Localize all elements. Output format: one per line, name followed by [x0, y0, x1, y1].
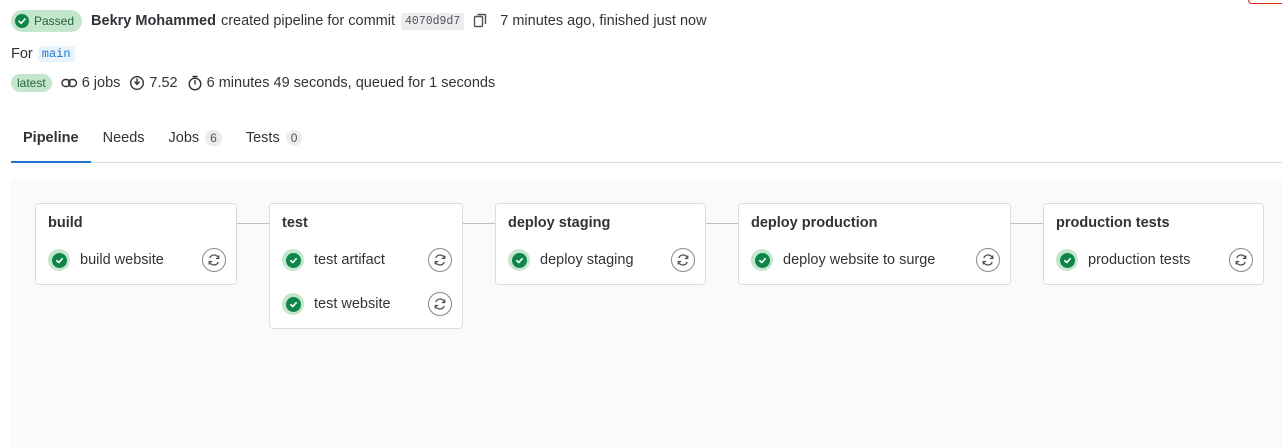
stage-title: deploy production: [751, 215, 878, 231]
ref-row: For main: [11, 44, 75, 64]
time-text: 7 minutes ago, finished just now: [500, 13, 707, 29]
tab-label: Jobs: [168, 130, 200, 146]
pipeline-graph: build build website test test artifact t…: [11, 179, 1282, 448]
stage-connector: [462, 223, 496, 224]
tab-count: 6: [205, 130, 222, 146]
stage-build: build build website: [35, 203, 237, 285]
stage-title: build: [48, 215, 83, 231]
tab-label: Tests: [245, 130, 280, 146]
job-test-artifact[interactable]: test artifact: [282, 247, 452, 273]
compute-text: 7.52: [149, 75, 178, 91]
job-name: test website: [314, 296, 391, 312]
tab-needs[interactable]: Needs: [91, 114, 157, 162]
check-circle-icon: [751, 249, 773, 271]
tab-count: 0: [285, 130, 303, 146]
check-circle-icon: [48, 249, 70, 271]
job-name: production tests: [1088, 252, 1191, 268]
duration-text: 6 minutes 49 seconds, queued for 1 secon…: [206, 75, 496, 91]
job-name: build website: [80, 252, 164, 268]
stage-deploy-production: deploy production deploy website to surg…: [738, 203, 1011, 285]
alert-corner: [1248, 0, 1282, 4]
stage-connector: [1010, 223, 1044, 224]
pipeline-tabs: Pipeline Needs Jobs 6 Tests 0: [11, 114, 1282, 163]
stage-test: test test artifact test website: [269, 203, 463, 329]
check-circle-icon: [15, 14, 29, 28]
stage-deploy-staging: deploy staging deploy staging: [495, 203, 706, 285]
commit-sha[interactable]: 4070d9d7: [401, 12, 465, 30]
stage-connector: [236, 223, 270, 224]
author-name[interactable]: Bekry Mohammed: [91, 13, 216, 29]
branch-ref[interactable]: main: [37, 46, 75, 62]
job-name: test artifact: [314, 252, 385, 268]
link-icon: [60, 78, 77, 88]
copy-icon[interactable]: [473, 13, 487, 29]
check-circle-icon: [1056, 249, 1078, 271]
compute-minutes: 7.52: [129, 75, 178, 91]
job-name: deploy staging: [540, 252, 634, 268]
tab-tests[interactable]: Tests 0: [234, 114, 315, 162]
duration: 6 minutes 49 seconds, queued for 1 secon…: [187, 75, 496, 91]
for-label: For: [11, 46, 33, 62]
job-deploy-staging[interactable]: deploy staging: [508, 247, 695, 273]
retry-icon[interactable]: [428, 292, 452, 316]
latest-badge: latest: [11, 74, 52, 92]
status-label: Passed: [34, 14, 75, 28]
stage-connector: [705, 223, 739, 224]
retry-icon[interactable]: [671, 248, 695, 272]
job-test-website[interactable]: test website: [282, 291, 452, 317]
jobs-count-text: 6 jobs: [81, 75, 121, 91]
check-circle-icon: [282, 249, 304, 271]
retry-icon[interactable]: [1229, 248, 1253, 272]
check-circle-icon: [508, 249, 530, 271]
tab-pipeline[interactable]: Pipeline: [11, 114, 91, 163]
retry-icon[interactable]: [202, 248, 226, 272]
retry-icon[interactable]: [976, 248, 1000, 272]
pipeline-summary: Passed Bekry Mohammed created pipeline f…: [11, 10, 707, 32]
tab-label: Pipeline: [23, 129, 79, 146]
check-circle-icon: [282, 293, 304, 315]
action-text: created pipeline for commit: [220, 13, 396, 29]
stage-title: test: [282, 215, 308, 231]
pipeline-meta: latest 6 jobs 7.52 6 minutes 49 seconds,…: [11, 73, 495, 93]
job-name: deploy website to surge: [783, 252, 936, 268]
tab-jobs[interactable]: Jobs 6: [157, 114, 234, 162]
job-production-tests[interactable]: production tests: [1056, 247, 1253, 273]
stage-production-tests: production tests production tests: [1043, 203, 1264, 285]
job-build-website[interactable]: build website: [48, 247, 226, 273]
compute-icon: [130, 75, 145, 91]
job-deploy-website-to-surge[interactable]: deploy website to surge: [751, 247, 1000, 273]
stage-title: deploy staging: [508, 215, 611, 231]
tab-label: Needs: [102, 130, 145, 146]
jobs-count: 6 jobs: [60, 75, 121, 91]
retry-icon[interactable]: [428, 248, 452, 272]
status-badge[interactable]: Passed: [11, 10, 83, 32]
stage-title: production tests: [1056, 215, 1170, 231]
timer-icon: [188, 75, 202, 91]
